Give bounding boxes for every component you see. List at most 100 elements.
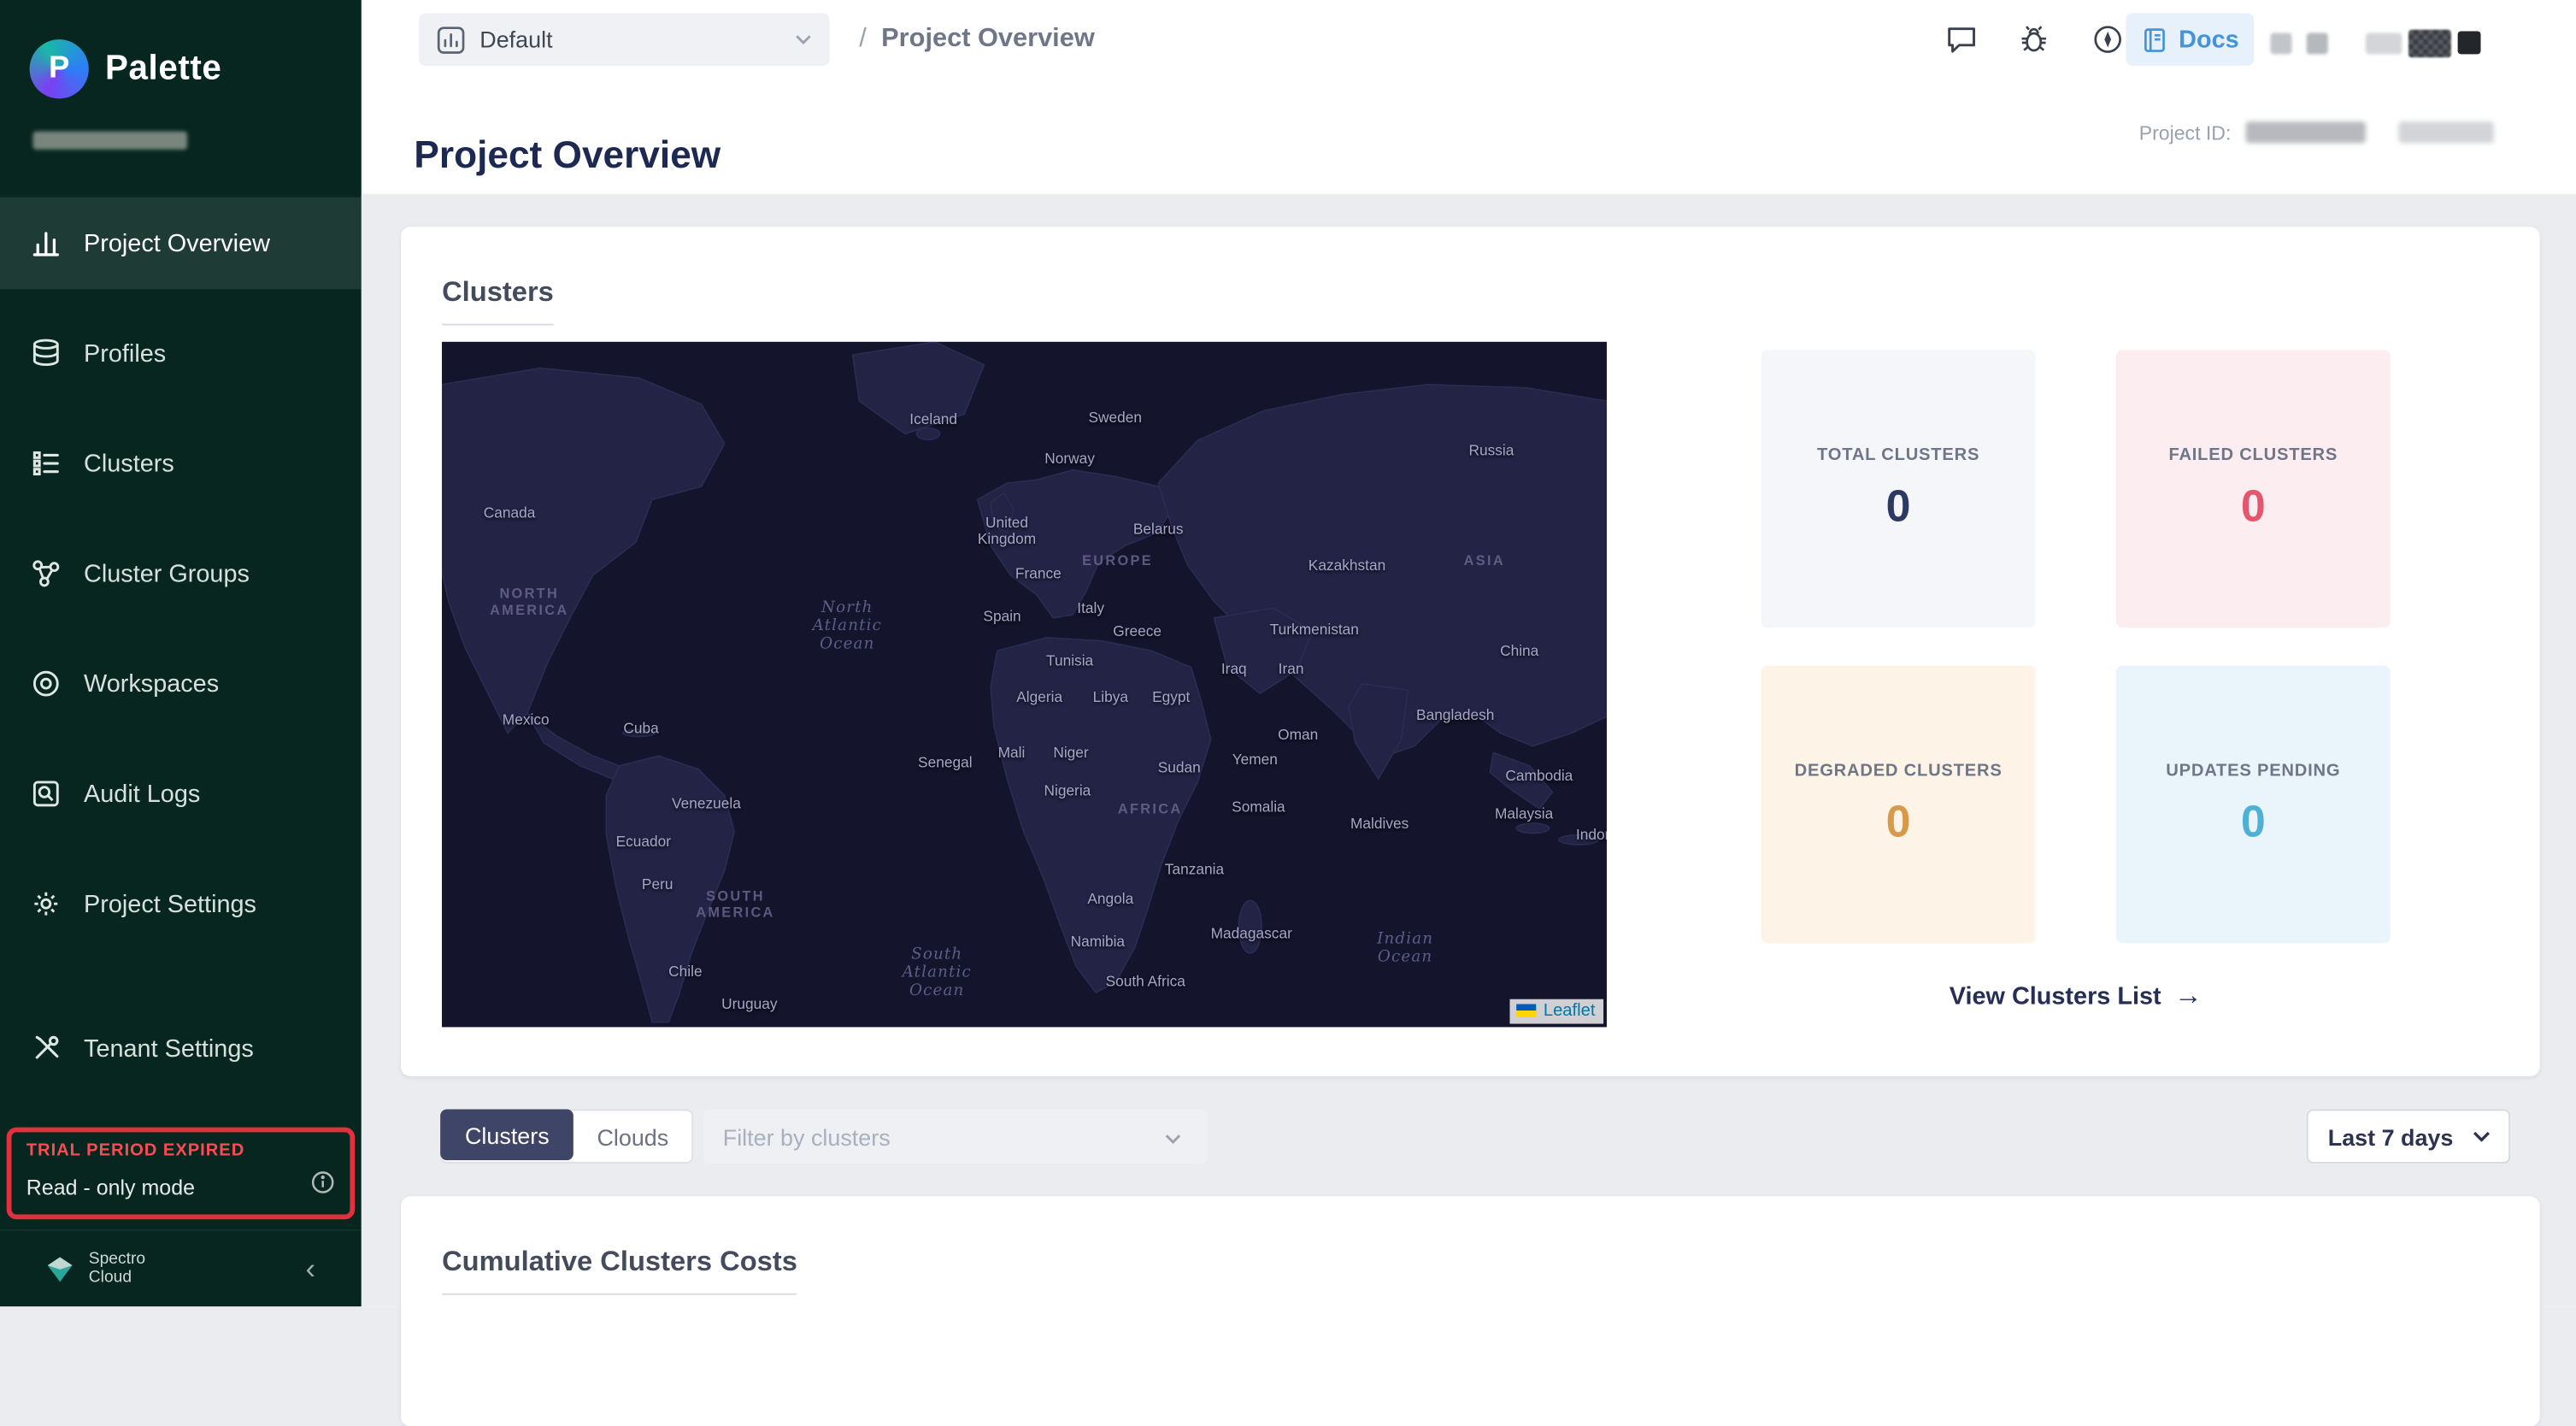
map-label: Tanzania [1165, 861, 1224, 877]
map-label: Chile [668, 963, 702, 979]
brand[interactable]: P Palette [30, 39, 222, 98]
map-label: Iraq [1221, 661, 1247, 677]
map-label: China [1500, 643, 1538, 659]
main-area: Default / Project Overview Docs [362, 0, 2576, 1306]
clusters-card-title: Clusters [442, 276, 554, 326]
map-label: Bangladesh [1416, 706, 1494, 722]
map-label: Peru [642, 875, 673, 892]
map-label: Malaysia [1495, 805, 1553, 822]
sidebar-footer: SpectroCloud ‹ [0, 1229, 362, 1306]
stat-label: DEGRADED CLUSTERS [1795, 761, 2003, 781]
map-label: Italy [1077, 599, 1104, 616]
map-label: Yemen [1232, 751, 1278, 767]
map-label: Nigeria [1044, 782, 1091, 798]
gear-icon [28, 887, 62, 921]
view-clusters-list-link[interactable]: View Clusters List→ [1761, 980, 2391, 1012]
sidebar-item-cluster-groups[interactable]: Cluster Groups [0, 527, 362, 620]
tab-clusters[interactable]: Clusters [440, 1109, 573, 1160]
map-label: Namibia [1071, 934, 1125, 950]
redacted-project-id [2246, 121, 2366, 143]
sidebar-item-clusters[interactable]: Clusters [0, 417, 362, 510]
map-label: Indone [1576, 827, 1607, 843]
stat-value: 0 [1886, 481, 1911, 533]
world-map[interactable]: IcelandSwedenNorwayRussiaCanadaUnited Ki… [442, 342, 1607, 1028]
sidebar-item-audit-logs[interactable]: Audit Logs [0, 748, 362, 840]
sidebar-item-project-settings[interactable]: Project Settings [0, 857, 362, 950]
tab-clouds[interactable]: Clouds [574, 1111, 692, 1162]
map-label: ASIA [1464, 553, 1505, 569]
breadcrumb: / Project Overview [859, 0, 1094, 79]
chevron-down-icon [793, 30, 813, 50]
map-label: Mali [998, 745, 1026, 761]
leaflet-link[interactable]: Leaflet [1544, 1001, 1596, 1021]
app-window: P Palette Project Overview Profiles [0, 0, 2576, 1306]
redacted-block [2270, 32, 2291, 54]
sidebar-item-project-overview[interactable]: Project Overview [0, 197, 362, 290]
target-icon [28, 666, 62, 700]
project-select[interactable]: Default [419, 13, 830, 66]
redacted-block [2307, 32, 2328, 54]
date-range-select[interactable]: Last 7 days [2307, 1109, 2510, 1163]
collapse-sidebar-chevron-icon[interactable]: ‹ [306, 1254, 316, 1284]
map-label: Madagascar [1211, 925, 1292, 941]
bug-icon[interactable] [2016, 21, 2052, 57]
map-attribution[interactable]: Leaflet [1510, 999, 1603, 1024]
map-label: Greece [1113, 622, 1162, 639]
brand-name: Palette [105, 50, 221, 89]
map-label: Senegal [918, 754, 972, 770]
sidebar-item-tenant-settings[interactable]: Tenant Settings [0, 1003, 362, 1095]
map-label: Turkmenistan [1270, 622, 1359, 638]
book-icon [2141, 26, 2169, 54]
stat-label: UPDATES PENDING [2166, 761, 2340, 781]
map-label: North Atlantic Ocean [813, 599, 882, 653]
sidebar-item-label: Cluster Groups [84, 560, 250, 588]
date-range-value: Last 7 days [2328, 1123, 2454, 1150]
sidebar-item-label: Project Overview [84, 229, 270, 257]
compass-icon[interactable] [2090, 21, 2126, 57]
chat-icon[interactable] [1944, 21, 1979, 57]
map-label: Indian Ocean [1377, 930, 1433, 966]
costs-card-title: Cumulative Clusters Costs [442, 1246, 797, 1295]
clusters-card: Clusters [401, 227, 2540, 1076]
map-label: Sudan [1158, 759, 1201, 775]
map-label: EUROPE [1082, 553, 1153, 569]
redacted-project-id [2398, 121, 2493, 143]
sidebar-item-profiles[interactable]: Profiles [0, 307, 362, 399]
map-label: Libya [1093, 688, 1128, 704]
map-label: Algeria [1016, 688, 1062, 704]
filter-by-clusters-input[interactable] [703, 1109, 1208, 1163]
map-label: AFRICA [1118, 800, 1183, 816]
map-label: Russia [1469, 442, 1514, 458]
info-icon[interactable] [310, 1170, 335, 1203]
page-title: Project Overview [414, 133, 720, 178]
map-label: France [1015, 565, 1062, 581]
sidebar-nav: Project Overview Profiles Clusters Clust… [0, 197, 362, 1113]
map-label: Cuba [623, 720, 658, 736]
sidebar-item-workspaces[interactable]: Workspaces [0, 638, 362, 730]
map-label: NORTH AMERICA [490, 586, 568, 618]
stat-tile-total-clusters: TOTAL CLUSTERS 0 [1761, 350, 2036, 628]
docs-button[interactable]: Docs [2126, 13, 2254, 66]
map-label: SOUTH AMERICA [696, 887, 774, 920]
map-label: Iran [1279, 661, 1304, 677]
redacted-block [2366, 32, 2402, 54]
trial-period-banner: TRIAL PERIOD EXPIRED Read - only mode [7, 1128, 356, 1220]
sidebar-item-label: Profiles [84, 339, 166, 368]
magnifier-doc-icon [28, 776, 62, 810]
map-label: Canada [484, 504, 536, 521]
map-label: Uruguay [721, 995, 777, 1011]
list-icon [28, 446, 62, 480]
stat-label: FAILED CLUSTERS [2168, 445, 2338, 465]
map-label: Ecuador [616, 834, 671, 850]
map-label: Venezuela [672, 795, 741, 811]
redacted-avatar[interactable] [2408, 30, 2451, 58]
map-label: Angola [1087, 891, 1133, 907]
map-label: Sweden [1089, 409, 1143, 425]
cumulative-costs-card: Cumulative Clusters Costs [401, 1196, 2540, 1426]
map-label: Somalia [1232, 798, 1285, 815]
breadcrumb-current[interactable]: Project Overview [881, 25, 1095, 55]
sidebar-item-label: Workspaces [84, 669, 219, 698]
clusters-clouds-tabs: Clusters Clouds [440, 1109, 693, 1163]
map-label: South Atlantic Ocean [903, 946, 972, 999]
stat-value: 0 [2241, 481, 2266, 533]
